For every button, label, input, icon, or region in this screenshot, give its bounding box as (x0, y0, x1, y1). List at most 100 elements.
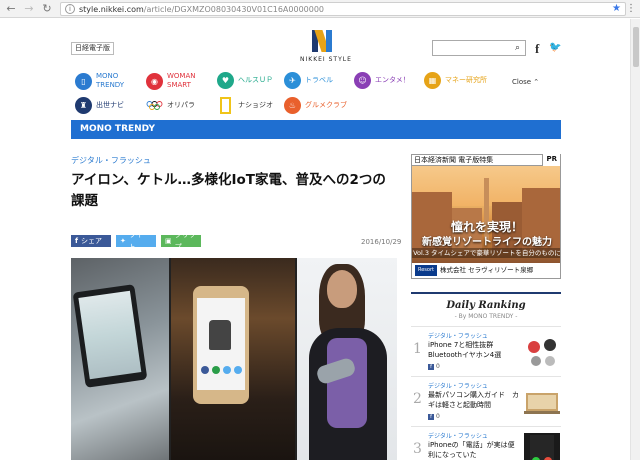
rank-number: 1 (413, 341, 422, 357)
clip-icon: ▣ (165, 237, 172, 245)
rank-share-count: f 0 (428, 413, 440, 420)
facebook-icon[interactable]: f (535, 41, 539, 57)
daily-ranking: Daily Ranking - By MONO TRENDY - 1 デジタル・… (411, 292, 561, 460)
nav-money[interactable]: ▦ マネー研究所 (424, 72, 487, 89)
nav-health-up[interactable]: ♥ ヘルスＵＰ (217, 72, 273, 89)
nav-label: グルメクラブ (305, 101, 347, 109)
nav-label: 出世ナビ (96, 101, 124, 109)
money-icon: ▦ (424, 72, 441, 89)
nav-label: オリパラ (167, 101, 195, 109)
ad-header-text: 日本経済新聞 電子版特集 (414, 156, 494, 164)
forward-icon[interactable]: → (22, 2, 36, 16)
photo-smartphone-kettle (171, 258, 295, 460)
article-date: 2016/10/29 (361, 238, 402, 246)
woman-smart-icon: ◉ (146, 72, 163, 90)
bookmark-star-icon[interactable]: ★ (612, 3, 621, 15)
nav-label: マネー研究所 (445, 76, 487, 84)
facebook-icon: f (428, 413, 434, 420)
url-host: style.nikkei.com (79, 4, 144, 14)
health-up-icon: ♥ (217, 72, 234, 89)
share-count: 0 (436, 413, 440, 420)
nikkei-digital-button[interactable]: 日経電子版 (71, 42, 114, 55)
nav-shusse-navi[interactable]: ♜ 出世ナビ (75, 97, 124, 114)
mono-trendy-icon: ▯ (75, 72, 92, 90)
rank-headline[interactable]: iPhoneの「電話」が実は便利になっていた (428, 440, 520, 460)
nav-travel[interactable]: ✈ トラベル (284, 72, 333, 89)
travel-icon: ✈ (284, 72, 301, 89)
reload-icon[interactable]: ↻ (40, 2, 54, 16)
share-facebook-button[interactable]: f シェア (71, 235, 111, 247)
address-bar[interactable]: i style.nikkei.com/article/DGXMZO0803043… (60, 2, 626, 16)
nav-natgeo[interactable]: ナショジオ (217, 97, 273, 114)
gourmet-icon: ♨ (284, 97, 301, 114)
nav-woman-smart[interactable]: ◉ WOMAN SMART (146, 72, 196, 90)
article-category[interactable]: デジタル・フラッシュ (71, 155, 151, 166)
browser-menu-icon[interactable]: ⋮ (626, 3, 636, 14)
earphones-thumbnail[interactable] (524, 333, 560, 371)
resort-ad-banner[interactable]: 憧れを実現！ 新感覚リゾートライフの魅力 Vol.3 タイムシェアで豪華リゾート… (411, 166, 561, 279)
nav-close-link[interactable]: Close ⌃ (512, 78, 539, 86)
nav-label: トラベル (305, 76, 333, 84)
nav-entame[interactable]: ☺ エンタメ！ (354, 72, 410, 89)
shusse-navi-icon: ♜ (75, 97, 92, 114)
ranking-title: Daily Ranking (446, 300, 526, 311)
share-label: シェア (81, 237, 103, 245)
tweet-label: ツイート (128, 231, 150, 251)
rank-category[interactable]: デジタル・フラッシュ (428, 381, 488, 390)
resort-logo: Resort ZUMIGO (415, 265, 437, 276)
ad-footer: Resort ZUMIGO 株式会社 セラヴィリゾート泉郷 (412, 263, 560, 278)
clip-button[interactable]: ▣ クリップ (161, 231, 201, 251)
rank-category[interactable]: デジタル・フラッシュ (428, 431, 488, 440)
nav-label: ナショジオ (238, 101, 273, 109)
nav-olympara[interactable]: オリパラ (146, 97, 195, 114)
page-scrollbar[interactable] (630, 19, 640, 460)
article-title: アイロン、ケトル…多様化IoT家電、普及への2つの課題 (71, 172, 386, 209)
ad-subheadline: 新感覚リゾートライフの魅力 (422, 237, 552, 248)
ranking-item[interactable]: 1 デジタル・フラッシュ iPhone 7と相性抜群 Bluetoothイヤホン… (411, 326, 561, 376)
rank-share-count: f 0 (428, 363, 440, 370)
laptop-thumbnail[interactable] (524, 383, 560, 421)
logo-text: NIKKEI STYLE (300, 56, 352, 63)
photo-tablet-fridge (71, 258, 169, 460)
photo-woman-iron (297, 258, 397, 460)
share-twitter-button[interactable]: ✦ ツイート (116, 231, 156, 251)
rank-number: 3 (413, 441, 422, 457)
twitter-icon[interactable]: 🐦 (549, 42, 561, 53)
rank-headline[interactable]: 最新パソコン購入ガイド カギは軽さと起動時間 (428, 390, 520, 410)
facebook-icon: f (428, 363, 434, 370)
search-icon[interactable]: ⌕ (510, 40, 526, 56)
browser-toolbar: ← → ↻ i style.nikkei.com/article/DGXMZO0… (0, 0, 640, 18)
pr-badge: PR (542, 154, 560, 166)
url-path: /article/DGXMZO08030430V01C16A0000000 (143, 4, 325, 14)
ad-header: 日本経済新聞 電子版特集 PR (411, 154, 561, 166)
site-logo[interactable]: NIKKEI STYLE (300, 30, 352, 63)
rank-number: 2 (413, 391, 422, 407)
ad-company: 株式会社 セラヴィリゾート泉郷 (440, 266, 534, 274)
nav-label: MONO TRENDY (96, 72, 125, 89)
rank-category[interactable]: デジタル・フラッシュ (428, 331, 488, 340)
section-title-bar[interactable]: MONO TRENDY (71, 120, 561, 139)
nav-label: ヘルスＵＰ (238, 76, 273, 84)
nav-gourmet[interactable]: ♨ グルメクラブ (284, 97, 347, 114)
clip-label: クリップ (174, 231, 196, 251)
info-icon[interactable]: i (65, 4, 75, 14)
scroll-thumb[interactable] (633, 27, 639, 67)
ranking-item[interactable]: 3 デジタル・フラッシュ iPhoneの「電話」が実は便利になっていた f 13… (411, 426, 561, 460)
back-icon[interactable]: ← (4, 2, 18, 16)
entame-icon: ☺ (354, 72, 371, 89)
olympic-rings-icon (146, 101, 163, 110)
url-text: style.nikkei.com/article/DGXMZO08030430V… (79, 5, 324, 14)
natgeo-icon (220, 97, 231, 114)
nikkei-n-logo-icon (310, 30, 334, 52)
iphone-call-thumbnail[interactable] (524, 433, 560, 460)
rank-headline[interactable]: iPhone 7と相性抜群 Bluetoothイヤホン4選 (428, 340, 520, 360)
nav-mono-trendy[interactable]: ▯ MONO TRENDY (75, 72, 124, 90)
share-count: 0 (436, 363, 440, 370)
article-photo (71, 258, 397, 460)
twitter-icon: ✦ (120, 237, 126, 245)
ranking-subtitle: - By MONO TRENDY - (454, 313, 518, 320)
ranking-item[interactable]: 2 デジタル・フラッシュ 最新パソコン購入ガイド カギは軽さと起動時間 f 0 (411, 376, 561, 426)
facebook-icon: f (75, 237, 79, 245)
nav-label: エンタメ！ (375, 76, 410, 84)
ad-volume-line: Vol.3 タイムシェアで豪華リゾートを自分のものに (412, 248, 561, 258)
